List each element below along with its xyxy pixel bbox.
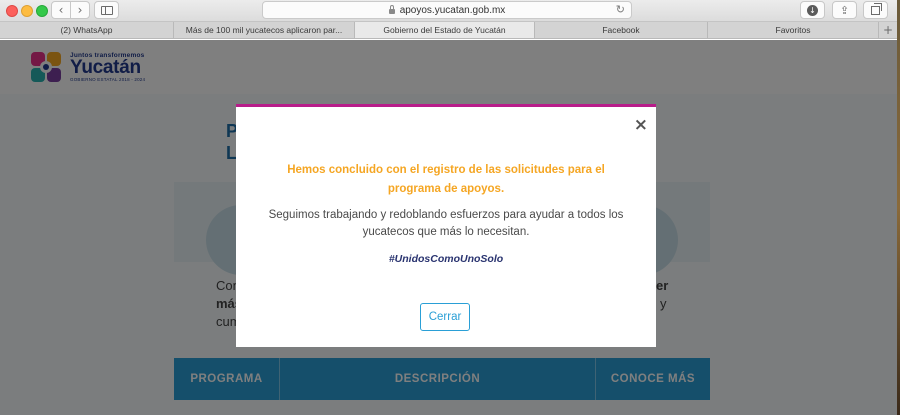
sidebar-toggle-button[interactable] (94, 1, 119, 19)
modal-body-text: Seguimos trabajando y redoblando esfuerz… (268, 209, 624, 238)
browser-window: ‹ › apoyos.yucatan.gob.mx ↻ ↓ ⇪ (2) What… (0, 0, 897, 415)
forward-button[interactable]: › (70, 1, 90, 19)
close-window-button[interactable] (6, 5, 18, 17)
back-button[interactable]: ‹ (51, 1, 71, 19)
address-bar-url: apoyos.yucatan.gob.mx (399, 4, 506, 16)
show-tabs-button[interactable] (863, 1, 888, 19)
cerrar-button[interactable]: Cerrar (420, 303, 470, 331)
browser-toolbar: ‹ › apoyos.yucatan.gob.mx ↻ ↓ ⇪ (0, 0, 897, 22)
share-button[interactable]: ⇪ (832, 1, 857, 19)
lock-icon (388, 4, 395, 14)
tab-gobierno-yucatan[interactable]: Gobierno del Estado de Yucatán (355, 22, 535, 38)
close-icon[interactable]: × (634, 115, 648, 135)
tab-favoritos[interactable]: Favoritos (708, 22, 879, 38)
modal-hashtag: #UnidosComoUnoSolo (388, 253, 504, 265)
minimize-window-button[interactable] (21, 5, 33, 17)
download-icon: ↓ (807, 4, 818, 16)
tab-facebook[interactable]: Facebook (535, 22, 708, 38)
address-bar[interactable]: apoyos.yucatan.gob.mx ↻ (262, 1, 632, 19)
web-page: Juntos transformemos Yucatán GOBIERNO ES… (0, 40, 897, 415)
tab-whatsapp[interactable]: (2) WhatsApp (0, 22, 174, 38)
share-icon: ⇪ (839, 3, 850, 17)
zoom-window-button[interactable] (36, 5, 48, 17)
modal-title: Hemos concluido con el registro de las s… (287, 164, 605, 195)
downloads-button[interactable]: ↓ (800, 1, 825, 19)
announcement-modal: × Hemos concluido con el registro de las… (236, 104, 656, 347)
chevron-right-icon: › (77, 3, 83, 17)
tabs-overview-icon (871, 2, 882, 15)
sidebar-icon (101, 6, 113, 15)
tab-bar: (2) WhatsApp Más de 100 mil yucatecos ap… (0, 22, 897, 39)
tab-news-article[interactable]: Más de 100 mil yucatecos aplicaron par..… (174, 22, 355, 38)
chevron-left-icon: ‹ (58, 3, 64, 17)
new-tab-button[interactable]: + (879, 22, 897, 38)
reload-icon[interactable]: ↻ (616, 3, 625, 16)
